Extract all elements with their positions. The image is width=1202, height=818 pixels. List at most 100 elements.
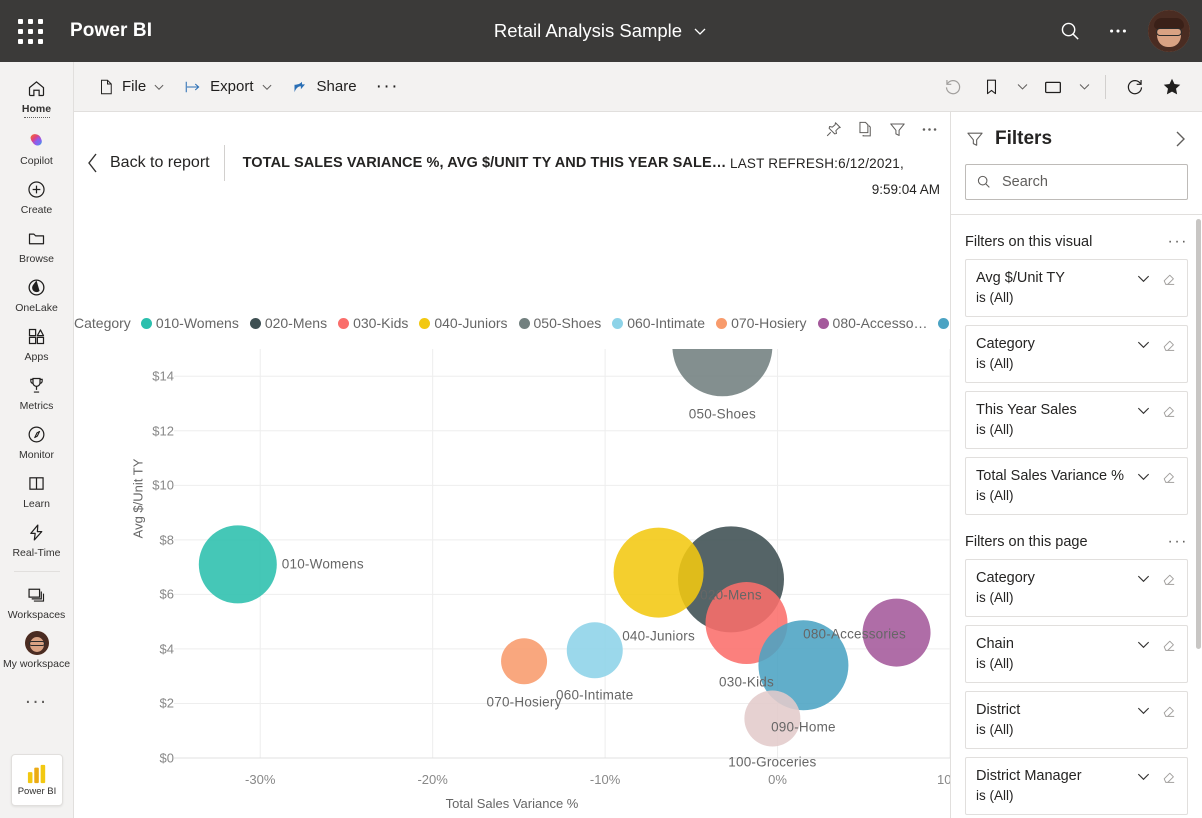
powerbi-product-tile[interactable]: Power BI: [11, 754, 63, 806]
chevron-down-icon[interactable]: [1136, 403, 1151, 418]
chevron-down-icon[interactable]: [1136, 637, 1151, 652]
legend-item-label: 030-Kids: [353, 315, 409, 331]
chevron-down-icon[interactable]: [1011, 70, 1033, 104]
filter-card[interactable]: Avg $/Unit TY is (All): [965, 259, 1188, 317]
bubble-label: 100-Groceries: [728, 754, 817, 770]
x-axis-tick-label: 0%: [768, 772, 787, 787]
avatar[interactable]: [1148, 10, 1190, 52]
book-icon: [26, 471, 47, 495]
topbar-actions: [1048, 0, 1202, 62]
sidebar-item-browse[interactable]: Browse: [0, 220, 73, 269]
chevron-down-icon[interactable]: [1136, 271, 1151, 286]
waffle-grid-icon[interactable]: [0, 0, 60, 62]
copy-icon[interactable]: [852, 116, 878, 142]
eraser-icon[interactable]: [1161, 468, 1177, 484]
chevron-down-icon[interactable]: [1073, 70, 1095, 104]
chevron-down-icon[interactable]: [1136, 337, 1151, 352]
chevron-right-icon[interactable]: [1173, 130, 1188, 148]
filter-field-name: This Year Sales: [976, 402, 1077, 418]
search-field[interactable]: [1002, 174, 1177, 190]
filter-card[interactable]: Total Sales Variance % is (All): [965, 457, 1188, 515]
bookmark-icon[interactable]: [973, 70, 1009, 104]
copilot-icon: [26, 128, 48, 152]
back-to-report-button[interactable]: Back to report: [74, 152, 224, 174]
chevron-down-icon[interactable]: [1136, 703, 1151, 718]
ribbon-more-icon[interactable]: ···: [366, 76, 409, 98]
view-icon[interactable]: [1035, 70, 1071, 104]
filter-group-header: Filters on this visual ···: [965, 233, 1188, 251]
filter-card[interactable]: Category is (All): [965, 325, 1188, 383]
pin-icon[interactable]: [820, 116, 846, 142]
filter-card[interactable]: Chain is (All): [965, 625, 1188, 683]
bubble-040-juniors[interactable]: [613, 527, 704, 618]
file-menu-button[interactable]: File: [88, 70, 174, 104]
chevron-down-icon[interactable]: [1136, 769, 1151, 784]
refresh-icon[interactable]: [1116, 70, 1152, 104]
eraser-icon[interactable]: [1161, 636, 1177, 652]
bubble-050-shoes[interactable]: [672, 338, 773, 397]
eraser-icon[interactable]: [1161, 768, 1177, 784]
sidebar-item-monitor[interactable]: Monitor: [0, 416, 73, 465]
bubble-070-hosiery[interactable]: [501, 638, 548, 685]
sidebar-item-copilot[interactable]: Copilot: [0, 122, 73, 171]
sidebar-item-create[interactable]: Create: [0, 171, 73, 220]
filters-scrollbar[interactable]: [1196, 219, 1201, 649]
legend-item[interactable]: 020-Mens: [249, 315, 327, 331]
sidebar-item-workspaces[interactable]: Workspaces: [0, 576, 73, 625]
sidebar-item-learn[interactable]: Learn: [0, 465, 73, 514]
legend-color-swatch: [140, 317, 152, 329]
bubble-010-womens[interactable]: [198, 525, 277, 604]
bubble-100-groceries[interactable]: [744, 690, 801, 747]
legend-color-swatch: [249, 317, 261, 329]
x-axis-tick-label: -30%: [245, 772, 276, 787]
legend-item[interactable]: 050-Shoes: [518, 315, 602, 331]
chevron-left-icon: [86, 152, 100, 174]
powerbi-logo-icon: [26, 764, 48, 784]
filter-icon[interactable]: [884, 116, 910, 142]
filter-card[interactable]: District Manager is (All): [965, 757, 1188, 815]
legend-item[interactable]: 090-Home: [938, 315, 950, 331]
search-input[interactable]: [965, 164, 1188, 200]
ellipsis-icon[interactable]: [1096, 9, 1140, 53]
legend-item[interactable]: 030-Kids: [338, 315, 408, 331]
sidebar-more-icon[interactable]: ...: [25, 686, 48, 709]
sidebar-item-real-time[interactable]: Real-Time: [0, 514, 73, 563]
legend-item-label: 050-Shoes: [533, 315, 602, 331]
ellipsis-icon[interactable]: ···: [1168, 533, 1188, 551]
filter-card[interactable]: Category is (All): [965, 559, 1188, 617]
eraser-icon[interactable]: [1161, 702, 1177, 718]
eraser-icon[interactable]: [1161, 402, 1177, 418]
share-button[interactable]: Share: [282, 70, 366, 104]
chevron-down-icon: [153, 81, 165, 93]
sidebar-item-apps[interactable]: Apps: [0, 318, 73, 367]
legend-item[interactable]: 080-Accesso…: [817, 315, 927, 331]
legend-item[interactable]: 040-Juniors: [419, 315, 508, 331]
eraser-icon[interactable]: [1161, 270, 1177, 286]
search-icon[interactable]: [1048, 9, 1092, 53]
legend-item[interactable]: 060-Intimate: [612, 315, 705, 331]
eraser-icon[interactable]: [1161, 570, 1177, 586]
bubble-label: 010-Womens: [281, 556, 364, 572]
ellipsis-icon[interactable]: ···: [1168, 233, 1188, 251]
reset-icon[interactable]: [935, 70, 971, 104]
favorite-star-icon[interactable]: [1154, 70, 1190, 104]
chevron-down-icon[interactable]: [1136, 571, 1151, 586]
ellipsis-icon[interactable]: [916, 116, 942, 142]
report-title-button[interactable]: Retail Analysis Sample: [494, 20, 708, 42]
bubble-060-intimate[interactable]: [566, 622, 623, 679]
plot-area[interactable]: [74, 338, 950, 818]
sidebar-item-home[interactable]: Home: [0, 70, 73, 122]
legend-item-label: 010-Womens: [155, 315, 239, 331]
eraser-icon[interactable]: [1161, 336, 1177, 352]
file-icon: [97, 78, 115, 96]
filter-card[interactable]: This Year Sales is (All): [965, 391, 1188, 449]
chevron-down-icon[interactable]: [1136, 469, 1151, 484]
legend-item[interactable]: 070-Hosiery: [716, 315, 807, 331]
export-menu-button[interactable]: Export: [174, 70, 281, 104]
y-axis-tick-label: $10: [152, 477, 174, 493]
filter-card[interactable]: District is (All): [965, 691, 1188, 749]
legend-item[interactable]: 010-Womens: [140, 315, 239, 331]
sidebar-item-my-workspace[interactable]: My workspace: [0, 625, 73, 674]
sidebar-item-metrics[interactable]: Metrics: [0, 367, 73, 416]
sidebar-item-onelake[interactable]: OneLake: [0, 269, 73, 318]
